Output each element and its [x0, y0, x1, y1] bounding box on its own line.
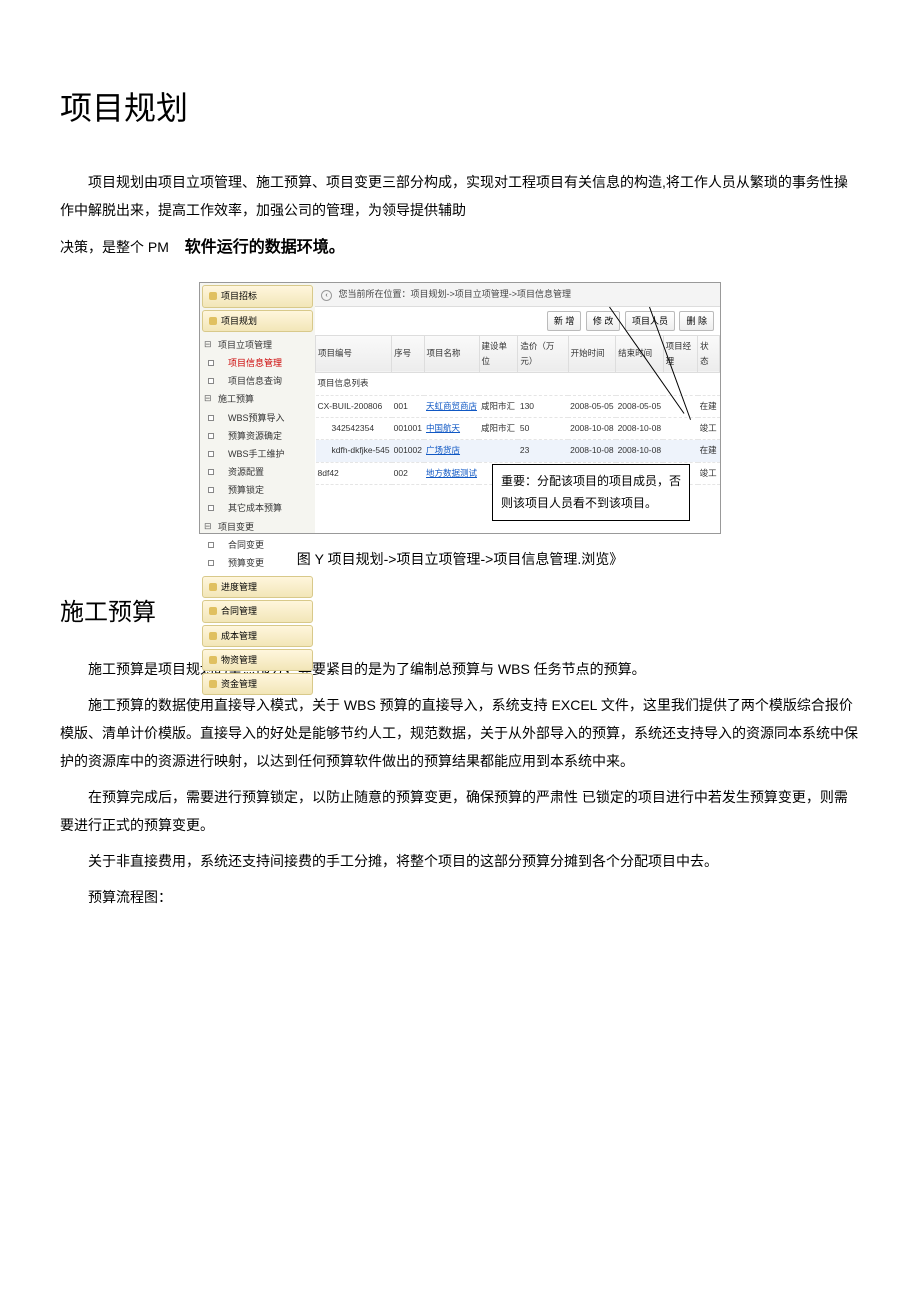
body-paragraph: 预算流程图：: [60, 883, 860, 911]
decision-pre: 决策，是整个 PM: [60, 239, 169, 255]
col-start[interactable]: 开始时间: [568, 335, 615, 373]
folder-icon: [209, 607, 217, 615]
tree-item-info-mgmt[interactable]: 项目信息管理: [204, 354, 311, 372]
callout-box: 重要：分配该项目的项目成员，否则该项目人员看不到该项目。: [492, 464, 690, 521]
sidebar-tree: 项目立项管理 项目信息管理 项目信息查询 施工预算 WBS预算导入 预算资源确定…: [200, 334, 315, 574]
col-code[interactable]: 项目编号: [316, 335, 392, 373]
tree-item-res-confirm[interactable]: 预算资源确定: [204, 427, 311, 445]
sidebar-header-contract[interactable]: 合同管理: [202, 600, 313, 622]
project-link[interactable]: 天虹商贸商店: [424, 395, 479, 417]
sidebar-header-bidding[interactable]: 项目招标: [202, 285, 313, 307]
body-paragraph: 在预算完成后，需要进行预算锁定，以防止随意的预算变更，确保预算的严肃性 已锁定的…: [60, 783, 860, 839]
body-paragraph: 施工预算的数据使用直接导入模式，关于 WBS 预算的直接导入，系统支持 EXCE…: [60, 691, 860, 775]
screenshot-sidebar: 项目招标 项目规划 项目立项管理 项目信息管理 项目信息查询 施工预算 WBS预…: [200, 283, 316, 533]
project-link[interactable]: 地方数据测试: [424, 462, 479, 484]
page-title: 项目规划: [60, 80, 860, 138]
delete-button[interactable]: 删 除: [679, 311, 714, 331]
breadcrumb-prefix: 您当前所在位置：: [339, 289, 411, 299]
tree-item-contract-change[interactable]: 合同变更: [204, 536, 311, 554]
folder-icon: [209, 680, 217, 688]
sidebar-header-planning[interactable]: 项目规划: [202, 310, 313, 332]
sidebar-header-cost[interactable]: 成本管理: [202, 625, 313, 647]
col-name[interactable]: 项目名称: [424, 335, 479, 373]
table-row[interactable]: CX-BUIL-200806 001 天虹商贸商店 咸阳市汇 130 2008-…: [316, 395, 720, 417]
section-title: 施工预算: [60, 592, 860, 635]
body-paragraph: 关于非直接费用，系统还支持间接费的手工分摊，将整个项目的这部分预算分摊到各个分配…: [60, 847, 860, 875]
tree-item-budget-change[interactable]: 预算变更: [204, 554, 311, 572]
table-row[interactable]: 342542354 001001 中国航天 咸阳市汇 50 2008-10-08…: [316, 417, 720, 439]
intro-paragraph: 项目规划由项目立项管理、施工预算、项目变更三部分构成，实现对工程项目有关信息的构…: [60, 168, 860, 224]
sidebar-header-progress[interactable]: 进度管理: [202, 576, 313, 598]
tree-item-res-config[interactable]: 资源配置: [204, 463, 311, 481]
col-price[interactable]: 造价（万元）: [518, 335, 568, 373]
decision-bold: 软件运行的数据环境。: [185, 239, 345, 256]
col-end[interactable]: 结束时间: [616, 335, 663, 373]
project-link[interactable]: 广场货店: [424, 440, 479, 462]
breadcrumb: ‹ 您当前所在位置：项目规划->项目立项管理->项目信息管理: [315, 283, 720, 306]
sidebar-header-material[interactable]: 物资管理: [202, 649, 313, 671]
tree-item-wbs-import[interactable]: WBS预算导入: [204, 409, 311, 427]
col-manager[interactable]: 项目经理: [663, 335, 698, 373]
folder-icon: [209, 292, 217, 300]
tree-root-change[interactable]: 项目变更: [204, 518, 311, 536]
decision-line: 决策，是整个 PM 软件运行的数据环境。: [60, 234, 860, 263]
tree-item-budget-lock[interactable]: 预算锁定: [204, 481, 311, 499]
project-link[interactable]: 中国航天: [424, 417, 479, 439]
folder-icon: [209, 632, 217, 640]
screenshot-figure: 项目招标 项目规划 项目立项管理 项目信息管理 项目信息查询 施工预算 WBS预…: [199, 282, 721, 534]
folder-icon: [209, 317, 217, 325]
sidebar-header-fund[interactable]: 资金管理: [202, 673, 313, 695]
col-status[interactable]: 状态: [698, 335, 720, 373]
folder-icon: [209, 656, 217, 664]
toolbar: 新 增 修 改 项目人员 删 除: [315, 307, 720, 335]
table-header-row: 项目编号 序号 项目名称 建设单位 造价（万元） 开始时间 结束时间 项目经理 …: [316, 335, 720, 373]
project-table: 项目编号 序号 项目名称 建设单位 造价（万元） 开始时间 结束时间 项目经理 …: [315, 335, 720, 485]
body-paragraph: 施工预算是项目规划的重点部分，其要紧目的是为了编制总预算与 WBS 任务节点的预…: [60, 655, 860, 683]
folder-icon: [209, 583, 217, 591]
breadcrumb-icon: ‹: [321, 290, 332, 301]
tree-item-info-query[interactable]: 项目信息查询: [204, 372, 311, 390]
tree-item-wbs-manual[interactable]: WBS手工维护: [204, 445, 311, 463]
members-button[interactable]: 项目人员: [625, 311, 675, 331]
tree-root-budget[interactable]: 施工预算: [204, 390, 311, 408]
add-button[interactable]: 新 增: [547, 311, 582, 331]
table-row[interactable]: kdfh-dkfjke-545 001002 广场货店 23 2008-10-0…: [316, 440, 720, 462]
tree-root-setup[interactable]: 项目立项管理: [204, 336, 311, 354]
tree-item-other-cost[interactable]: 其它成本预算: [204, 499, 311, 517]
figure-caption: 图 Y 项目规划->项目立项管理->项目信息管理.浏览》: [60, 547, 860, 572]
screenshot-main: ‹ 您当前所在位置：项目规划->项目立项管理->项目信息管理 新 增 修 改 项…: [315, 283, 720, 533]
col-seq[interactable]: 序号: [392, 335, 424, 373]
breadcrumb-path: 项目规划->项目立项管理->项目信息管理: [411, 289, 572, 299]
col-unit[interactable]: 建设单位: [479, 335, 518, 373]
